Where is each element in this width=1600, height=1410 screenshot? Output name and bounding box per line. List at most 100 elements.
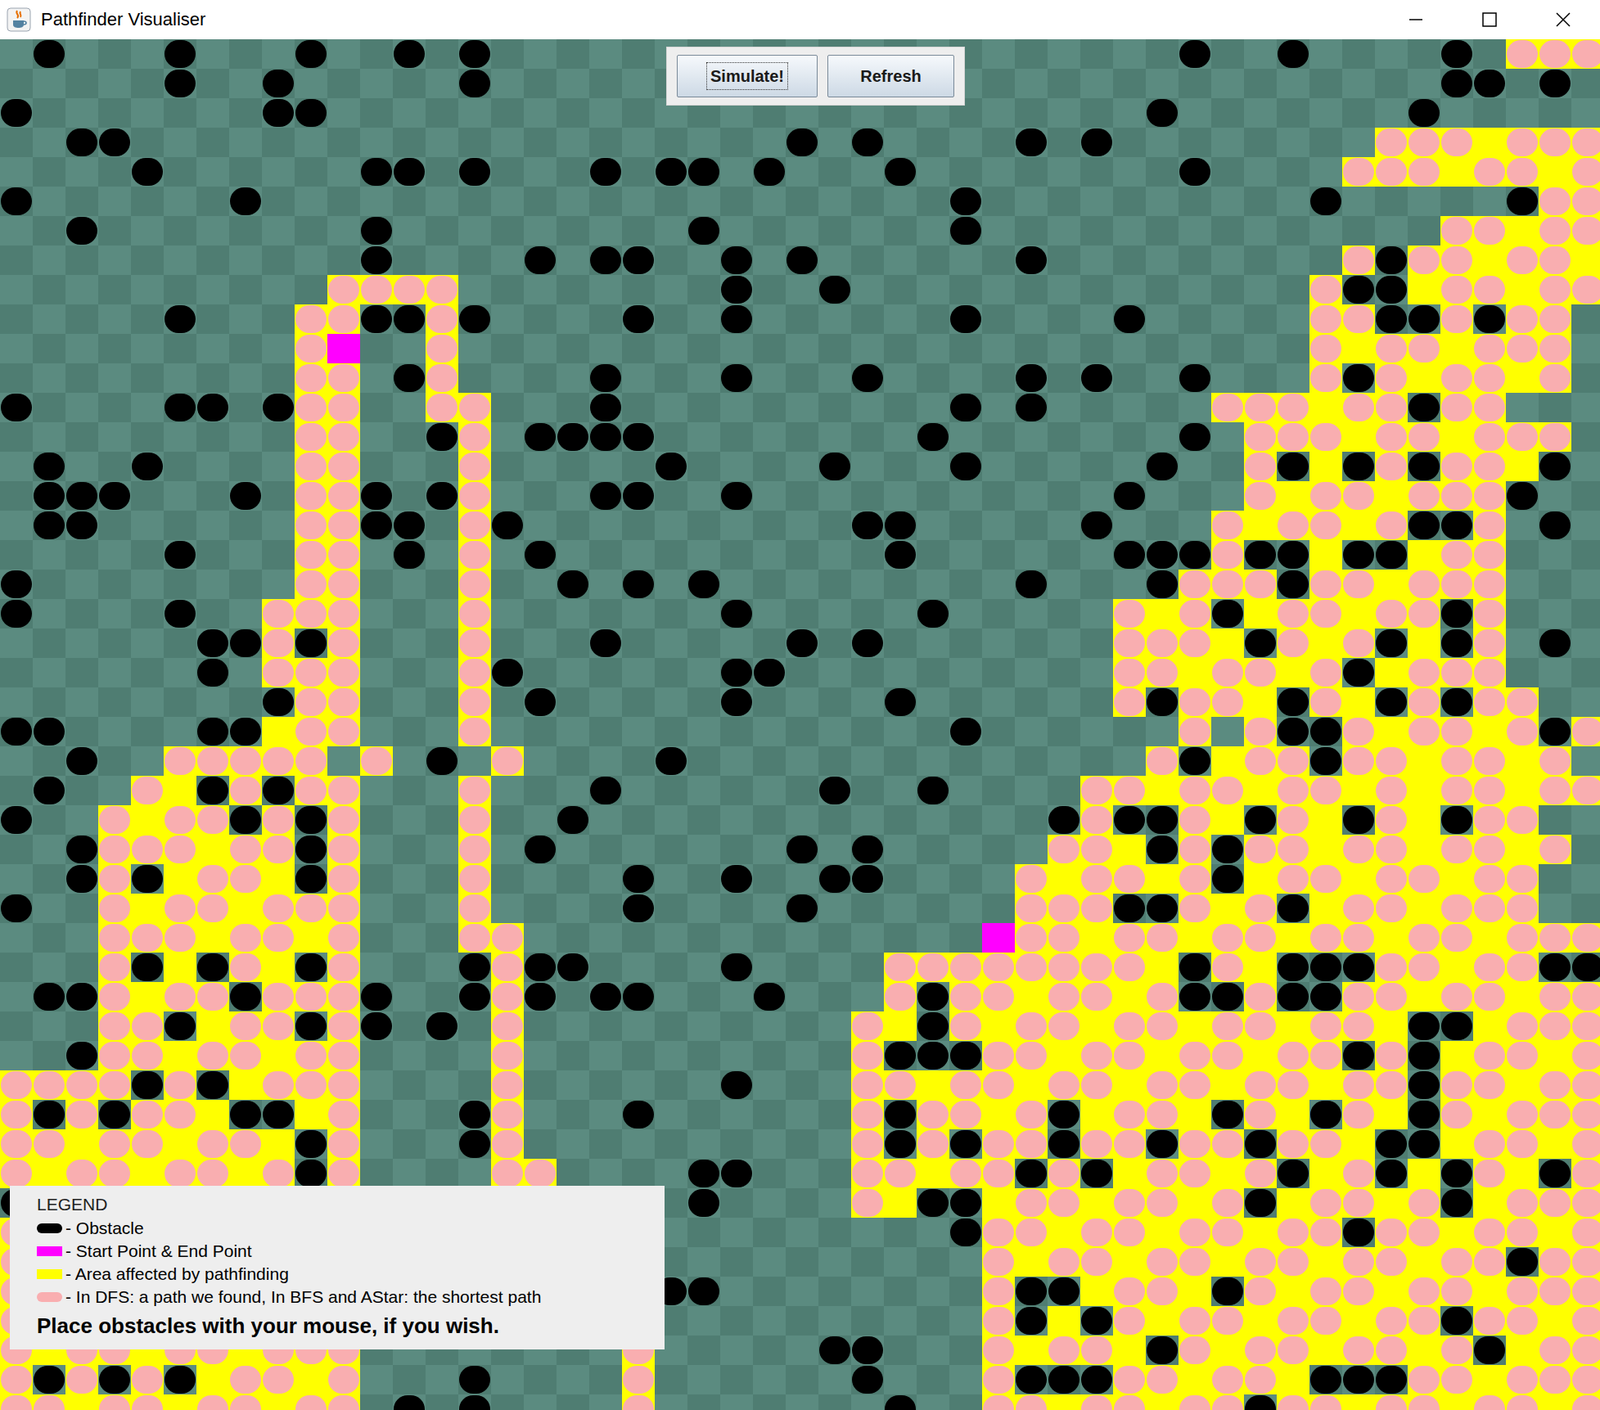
grid-cell[interactable] <box>621 68 655 99</box>
grid-cell[interactable] <box>196 216 230 246</box>
grid-cell[interactable] <box>196 540 230 570</box>
obstacle[interactable] <box>491 658 524 688</box>
grid-cell[interactable] <box>1309 127 1343 158</box>
path-cell[interactable] <box>1276 392 1310 423</box>
grid-cell[interactable] <box>1407 39 1441 69</box>
grid-cell[interactable] <box>196 39 230 69</box>
grid-cell[interactable] <box>32 98 66 128</box>
grid-cell[interactable] <box>1080 304 1114 334</box>
grid-cell[interactable] <box>752 510 786 541</box>
grid-cell[interactable] <box>687 186 721 217</box>
path-cell[interactable] <box>1407 245 1441 275</box>
grid-cell[interactable] <box>392 216 426 246</box>
grid-cell[interactable] <box>130 333 164 364</box>
obstacle[interactable] <box>851 834 884 865</box>
grid-cell[interactable] <box>556 127 590 158</box>
grid-cell[interactable] <box>1571 805 1600 835</box>
grid-cell[interactable] <box>687 746 721 776</box>
obstacle[interactable] <box>1342 274 1375 305</box>
grid-cell[interactable] <box>196 304 230 334</box>
grid-cell[interactable] <box>1080 98 1114 128</box>
path-cell[interactable] <box>1538 274 1572 305</box>
visited-cell[interactable] <box>294 923 328 953</box>
grid-cell[interactable] <box>0 274 33 305</box>
grid-cell[interactable] <box>1145 716 1179 747</box>
path-cell[interactable] <box>1407 127 1441 158</box>
grid-cell[interactable] <box>621 39 655 69</box>
grid-cell[interactable] <box>752 333 786 364</box>
grid-cell[interactable] <box>523 304 557 334</box>
grid-cell[interactable] <box>32 245 66 275</box>
grid-cell[interactable] <box>949 599 983 629</box>
path-cell[interactable] <box>1407 422 1441 452</box>
grid-cell[interactable] <box>360 628 393 659</box>
grid-cell[interactable] <box>491 834 524 865</box>
obstacle[interactable] <box>196 628 230 659</box>
path-cell[interactable] <box>458 510 492 541</box>
grid-cell[interactable] <box>32 746 66 776</box>
grid-cell[interactable] <box>163 481 197 511</box>
obstacle[interactable] <box>65 216 99 246</box>
grid-cell[interactable] <box>982 68 1015 99</box>
grid-cell[interactable] <box>982 245 1015 275</box>
grid-cell[interactable] <box>720 569 753 600</box>
grid-cell[interactable] <box>851 216 884 246</box>
path-cell[interactable] <box>1473 746 1506 776</box>
grid-cell[interactable] <box>949 127 983 158</box>
obstacle[interactable] <box>1440 628 1474 659</box>
grid-cell[interactable] <box>458 363 492 393</box>
path-cell[interactable] <box>1211 392 1244 423</box>
obstacle[interactable] <box>752 157 786 187</box>
obstacle[interactable] <box>294 628 328 659</box>
grid-cell[interactable] <box>851 716 884 747</box>
grid-cell[interactable] <box>65 39 99 69</box>
grid-cell[interactable] <box>654 599 688 629</box>
grid-cell[interactable] <box>883 923 917 953</box>
path-cell[interactable] <box>327 775 361 806</box>
path-cell[interactable] <box>458 599 492 629</box>
grid-cell[interactable] <box>523 481 557 511</box>
grid-cell[interactable] <box>1014 481 1048 511</box>
grid-cell[interactable] <box>556 510 590 541</box>
visited-cell[interactable] <box>1047 864 1081 894</box>
grid-cell[interactable] <box>818 157 852 187</box>
grid-cell[interactable] <box>1014 157 1048 187</box>
path-cell[interactable] <box>327 834 361 865</box>
grid-cell[interactable] <box>1538 893 1572 924</box>
grid-cell[interactable] <box>1211 186 1244 217</box>
grid-cell[interactable] <box>196 245 230 275</box>
grid-cell[interactable] <box>523 186 557 217</box>
path-cell[interactable] <box>1014 864 1048 894</box>
grid-cell[interactable] <box>65 274 99 305</box>
path-cell[interactable] <box>1374 775 1408 806</box>
path-cell[interactable] <box>98 893 131 924</box>
grid-cell[interactable] <box>982 569 1015 600</box>
grid-cell[interactable] <box>491 245 524 275</box>
grid-cell[interactable] <box>32 569 66 600</box>
path-cell[interactable] <box>1374 333 1408 364</box>
grid-cell[interactable] <box>556 186 590 217</box>
grid-cell[interactable] <box>1505 540 1539 570</box>
grid-cell[interactable] <box>883 658 917 688</box>
grid-cell[interactable] <box>491 274 524 305</box>
path-cell[interactable] <box>294 716 328 747</box>
path-cell[interactable] <box>1473 599 1506 629</box>
grid-cell[interactable] <box>1243 304 1277 334</box>
grid-cell[interactable] <box>589 569 622 600</box>
grid-cell[interactable] <box>392 68 426 99</box>
grid-cell[interactable] <box>720 216 753 246</box>
obstacle[interactable] <box>98 481 131 511</box>
obstacle[interactable] <box>163 599 197 629</box>
obstacle[interactable] <box>425 481 459 511</box>
grid-cell[interactable] <box>1047 422 1081 452</box>
obstacle[interactable] <box>1342 363 1375 393</box>
path-cell[interactable] <box>1374 363 1408 393</box>
grid-cell[interactable] <box>785 392 819 423</box>
grid-cell[interactable] <box>0 245 33 275</box>
path-cell[interactable] <box>1113 864 1146 894</box>
grid-cell[interactable] <box>1276 216 1310 246</box>
grid-cell[interactable] <box>589 304 622 334</box>
grid-cell[interactable] <box>785 481 819 511</box>
grid-cell[interactable] <box>1014 746 1048 776</box>
grid-cell[interactable] <box>1113 333 1146 364</box>
